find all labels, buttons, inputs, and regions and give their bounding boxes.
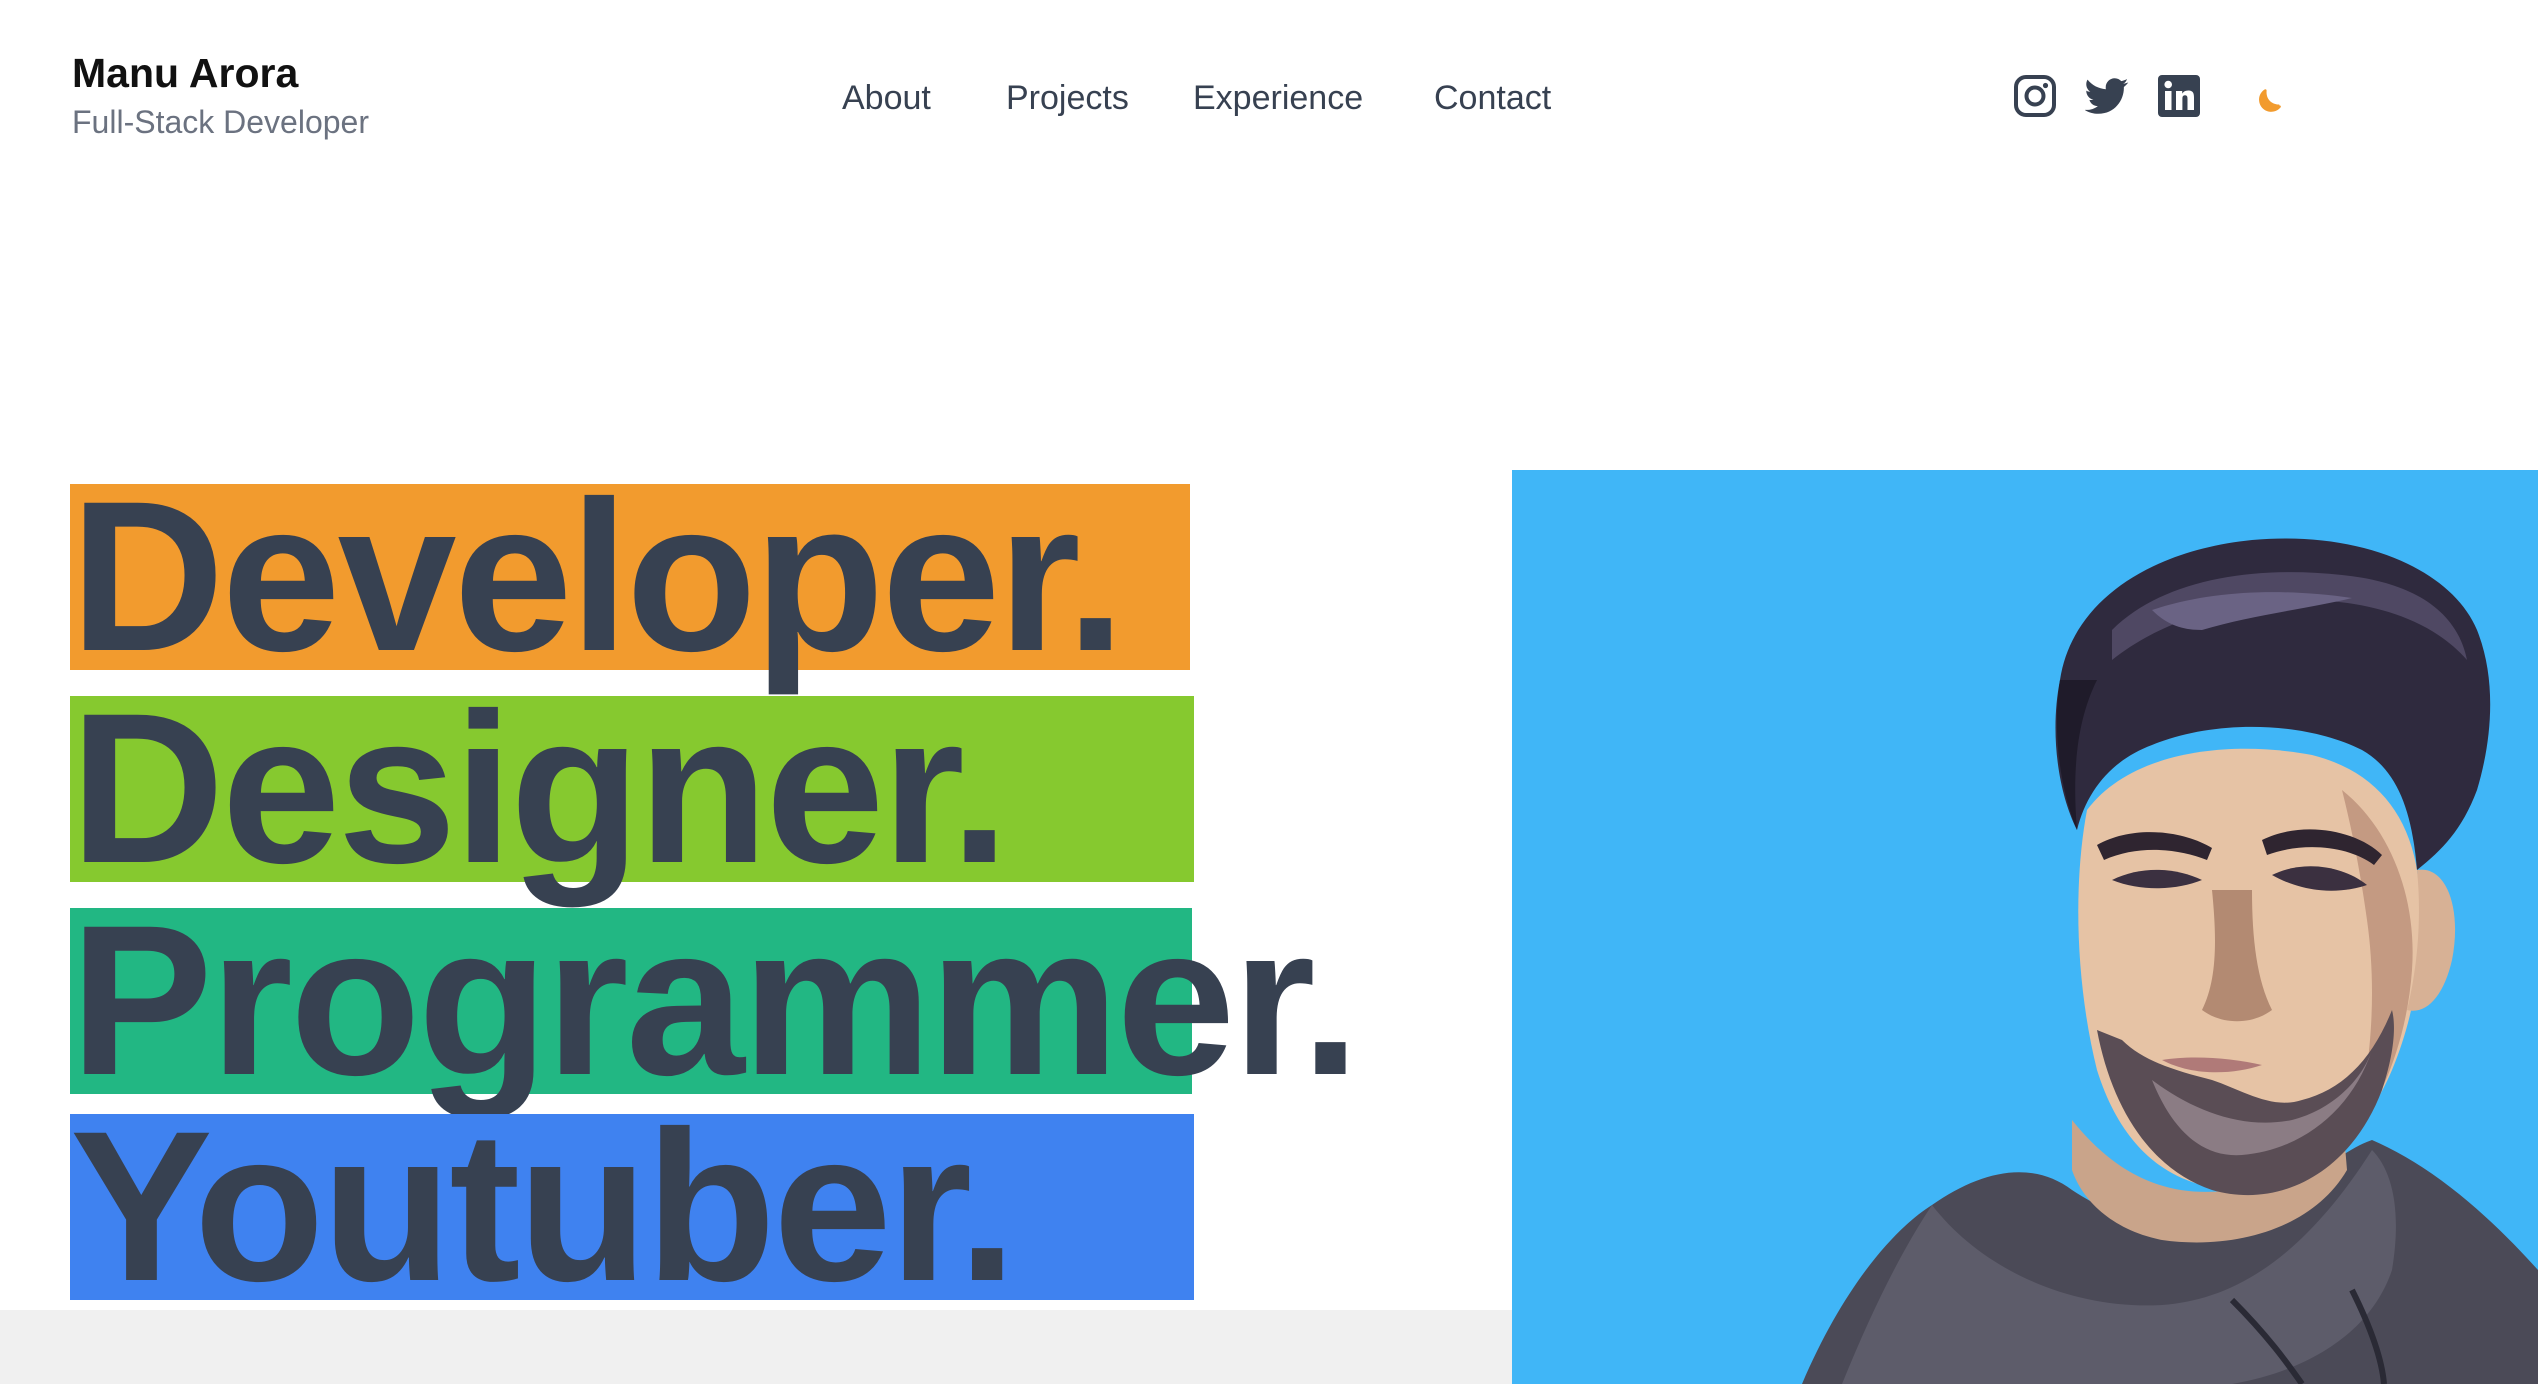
hero-word-text: Developer. bbox=[70, 457, 1125, 696]
portrait-illustration bbox=[1802, 538, 2538, 1384]
nav-projects-link[interactable]: Projects bbox=[1006, 74, 1129, 122]
section-divider-strip bbox=[0, 1310, 1512, 1384]
moon-icon[interactable] bbox=[2249, 74, 2293, 118]
nav-contact-link[interactable]: Contact bbox=[1434, 74, 1551, 122]
brand: Manu Arora Full-Stack Developer bbox=[72, 48, 369, 142]
site-tagline: Full-Stack Developer bbox=[72, 104, 369, 140]
instagram-icon[interactable] bbox=[2013, 74, 2057, 118]
hero-word-text: Designer. bbox=[70, 669, 1009, 908]
hero-word-text: Programmer. bbox=[70, 881, 1360, 1120]
nav-experience-link[interactable]: Experience bbox=[1193, 74, 1363, 122]
nav-about-link[interactable]: About bbox=[842, 74, 931, 122]
linkedin-icon[interactable] bbox=[2157, 74, 2201, 118]
twitter-icon[interactable] bbox=[2085, 74, 2129, 118]
hero-word-text: Youtuber. bbox=[70, 1087, 1017, 1326]
portrait-panel bbox=[1512, 470, 2538, 1384]
site-name[interactable]: Manu Arora bbox=[72, 48, 369, 98]
